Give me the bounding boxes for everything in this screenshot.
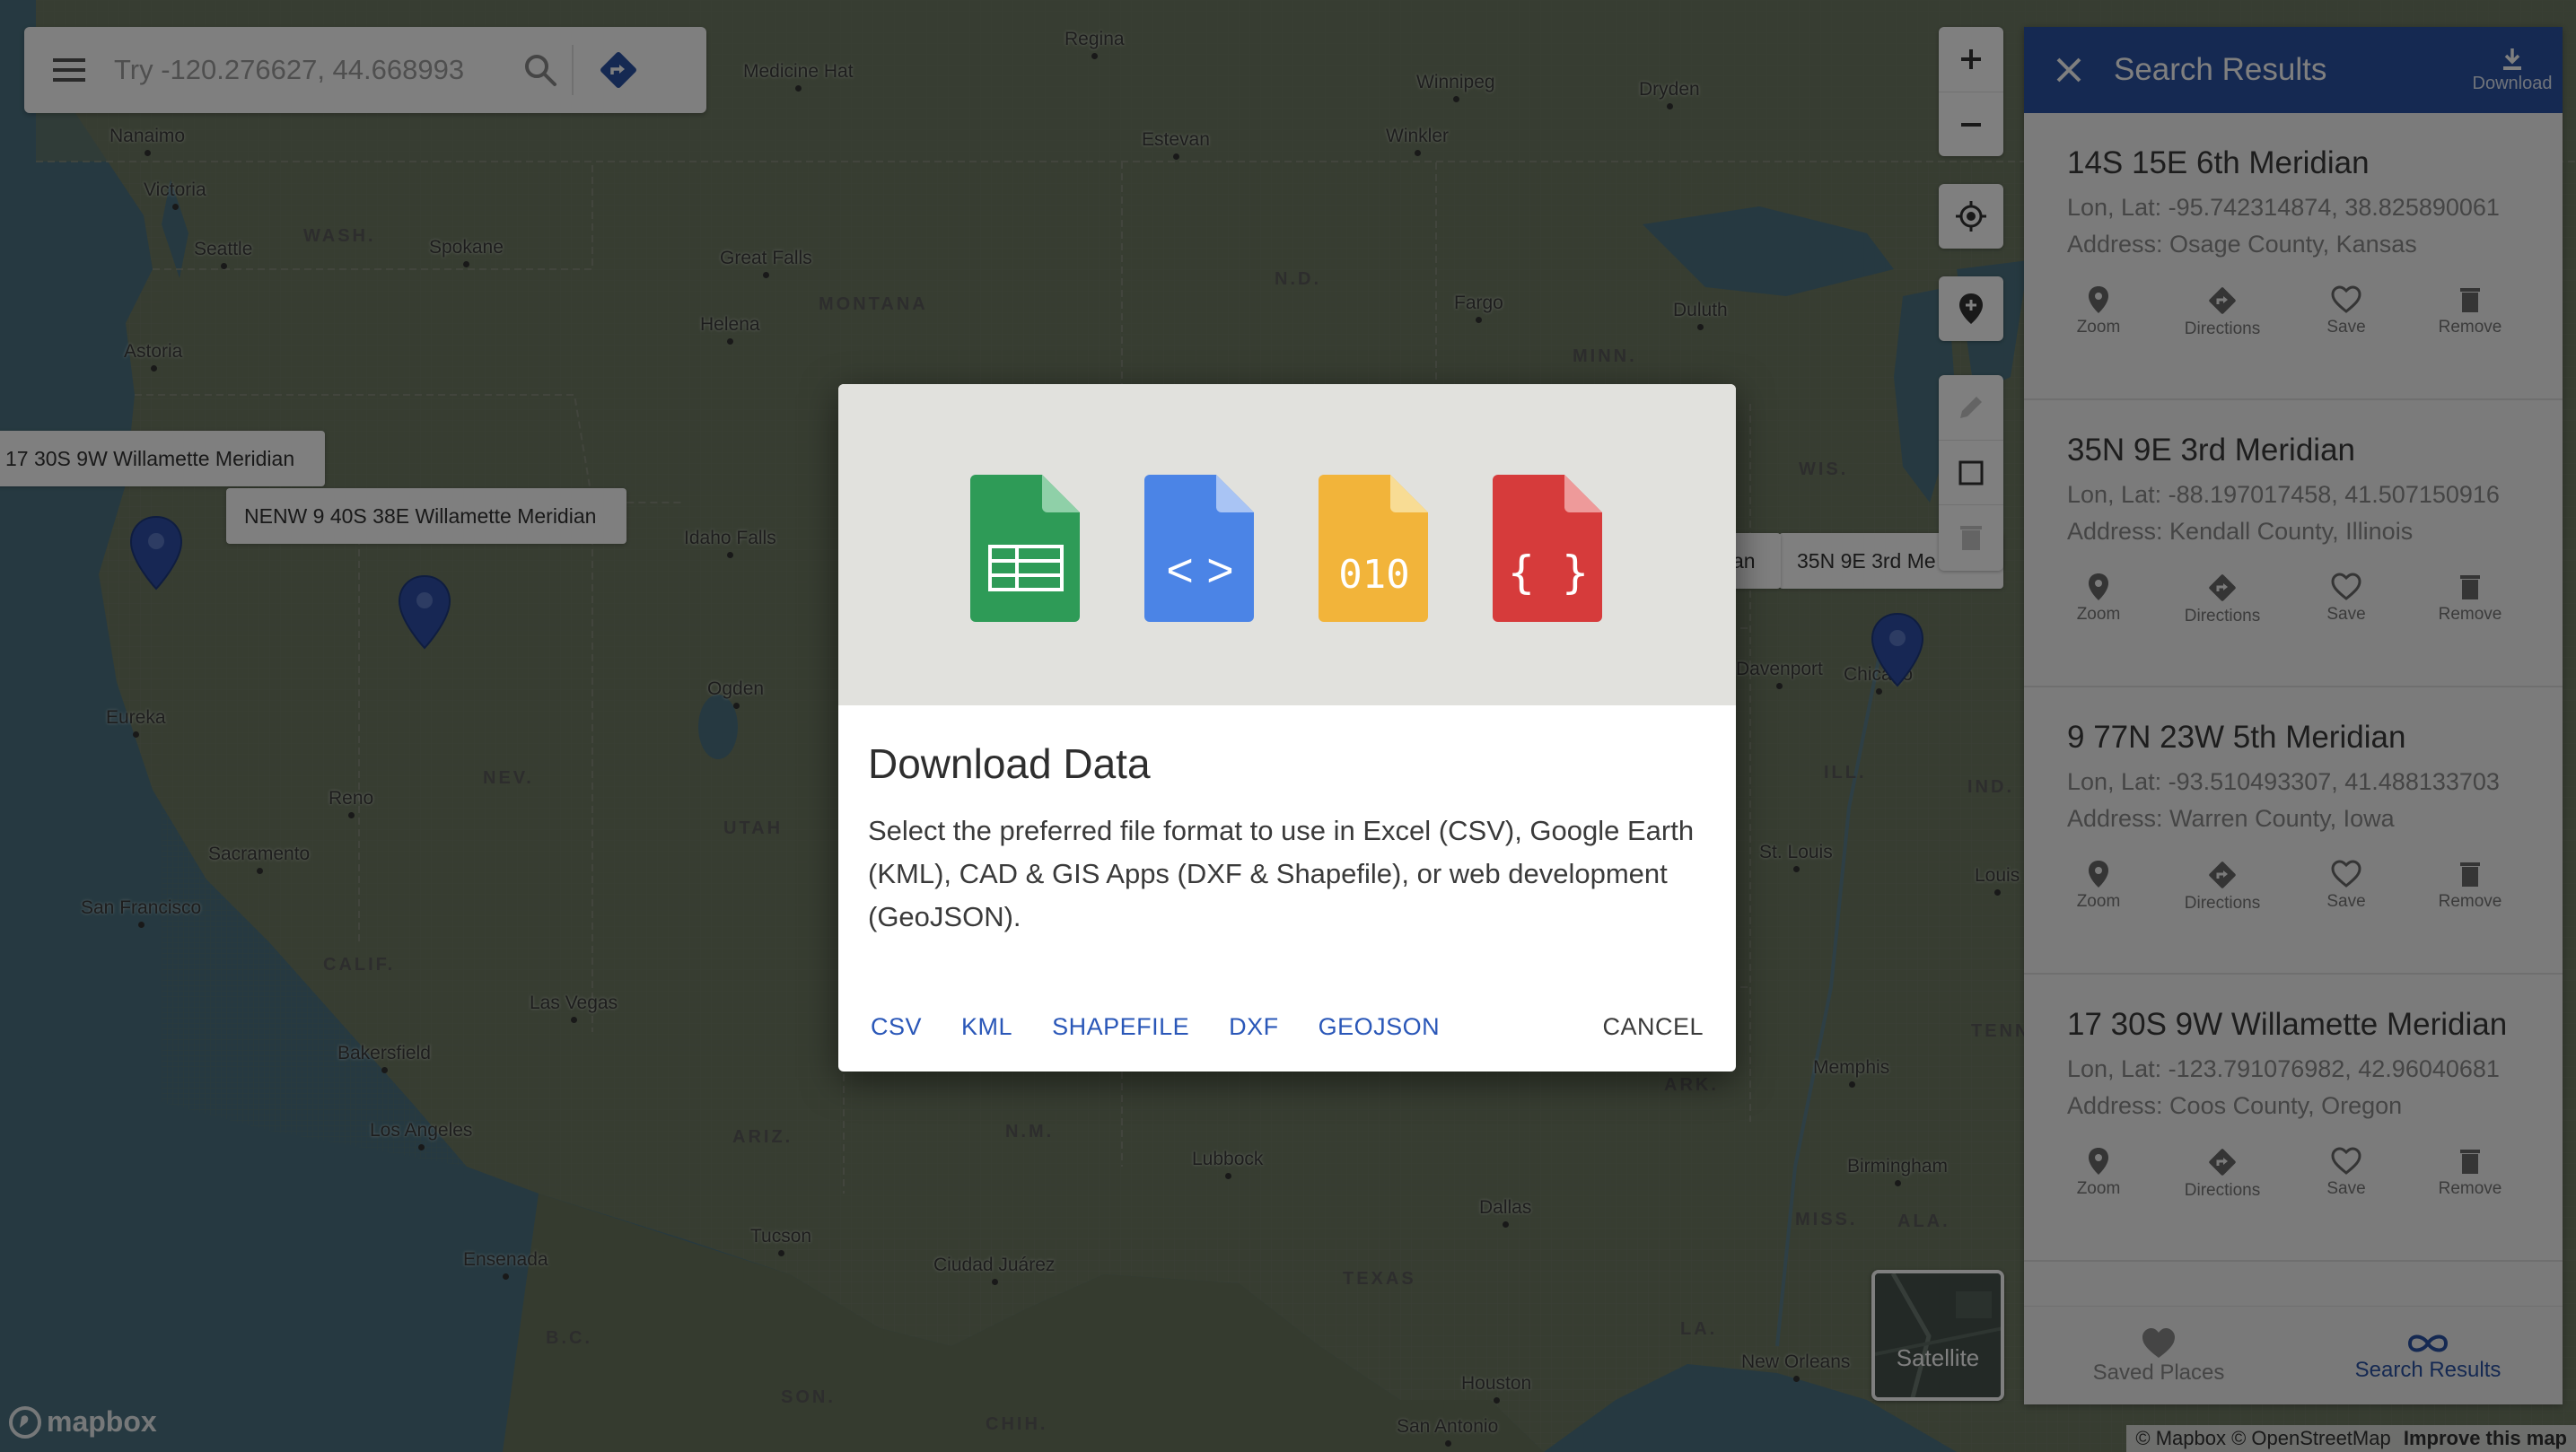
svg-text:010: 010: [1338, 552, 1409, 598]
spreadsheet-file-icon: [970, 475, 1082, 624]
shapefile-button[interactable]: SHAPEFILE: [1032, 1000, 1209, 1054]
svg-text:{ }: { }: [1508, 547, 1589, 599]
dialog-actions: CSV KML SHAPEFILE DXF GEOJSON CANCEL: [851, 1000, 1723, 1054]
cancel-button[interactable]: CANCEL: [1582, 1000, 1723, 1054]
binary-file-icon: 010: [1319, 475, 1430, 624]
svg-text:< >: < >: [1166, 545, 1233, 597]
file-format-banner: < > 010 { }: [838, 384, 1736, 705]
json-file-icon: { }: [1493, 475, 1604, 624]
code-file-icon: < >: [1144, 475, 1256, 624]
download-dialog: < > 010 { } Download Data Select the pre…: [838, 384, 1736, 1072]
dialog-description: Select the preferred file format to use …: [868, 815, 1695, 932]
dialog-title: Download Data: [868, 740, 1151, 787]
kml-button[interactable]: KML: [942, 1000, 1032, 1054]
csv-button[interactable]: CSV: [851, 1000, 942, 1054]
geojson-button[interactable]: GEOJSON: [1299, 1000, 1460, 1054]
dxf-button[interactable]: DXF: [1209, 1000, 1299, 1054]
